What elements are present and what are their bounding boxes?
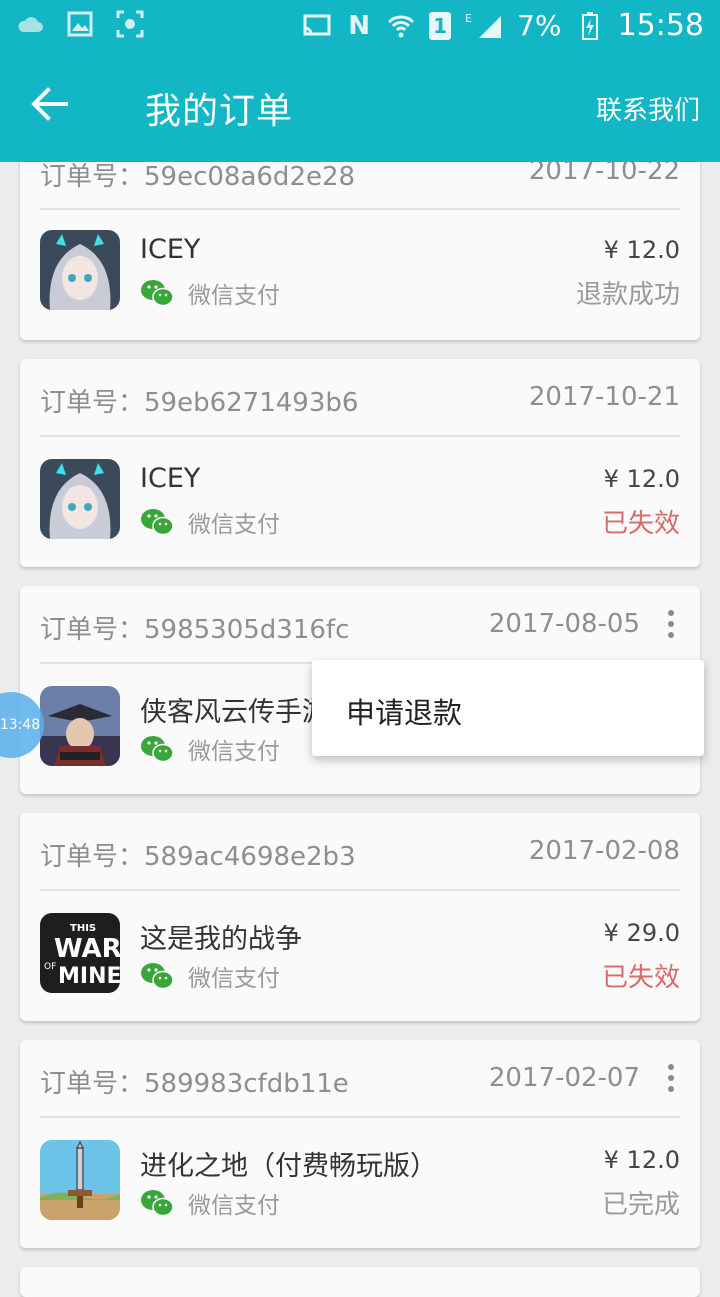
back-button[interactable] xyxy=(28,82,72,126)
order-card[interactable] xyxy=(20,1267,700,1297)
payment-method: 微信支付 xyxy=(140,959,280,993)
payment-method: 微信支付 xyxy=(140,276,280,310)
svg-text:THIS: THIS xyxy=(70,923,96,934)
request-refund-item[interactable]: 申请退款 xyxy=(346,690,462,732)
order-date: 2017-08-05 xyxy=(488,609,640,639)
order-number: 订单号：59eb6271493b6 xyxy=(40,388,359,418)
order-date: 2017-02-07 xyxy=(488,1063,640,1093)
payment-method: 微信支付 xyxy=(140,505,280,539)
clock: 15:58 xyxy=(617,8,704,43)
wechat-icon xyxy=(141,736,174,763)
wifi-icon xyxy=(387,12,415,40)
order-date: 2017-10-21 xyxy=(528,382,680,412)
nfc-icon: N xyxy=(348,10,370,41)
cloud-icon xyxy=(16,10,44,38)
order-date: 2017-02-08 xyxy=(528,836,680,866)
battery-percent: 7% xyxy=(517,9,562,42)
order-price: ¥ 12.0 xyxy=(603,465,680,493)
svg-text:OF: OF xyxy=(44,962,56,972)
payment-label: 微信支付 xyxy=(188,966,280,992)
svg-text:WAR: WAR xyxy=(54,934,120,964)
order-price: ¥ 12.0 xyxy=(603,1146,680,1174)
order-price: ¥ 12.0 xyxy=(603,236,680,264)
wechat-icon xyxy=(141,509,174,536)
sim-icon: 1 xyxy=(429,11,452,40)
order-card[interactable]: 订单号：589983cfdb11e 2017-02-07 进化之地（付费畅玩版）… xyxy=(20,1040,700,1248)
payment-method: 微信支付 xyxy=(140,1186,280,1220)
payment-label: 微信支付 xyxy=(188,283,280,309)
order-header: 订单号：589983cfdb11e 2017-02-07 xyxy=(40,1040,680,1118)
order-number: 订单号：589983cfdb11e xyxy=(40,1069,349,1099)
more-options-button[interactable] xyxy=(666,1064,676,1092)
page-title: 我的订单 xyxy=(145,91,294,132)
image-icon xyxy=(66,10,94,38)
game-name: 侠客风云传手游 xyxy=(140,697,329,728)
order-status: 已完成 xyxy=(601,1190,680,1220)
game-icon-icey xyxy=(40,230,120,310)
wechat-icon xyxy=(141,1190,174,1217)
order-header: 订单号：59eb6271493b6 2017-10-21 xyxy=(40,359,680,437)
status-bar: N 1 E 7% 15:58 xyxy=(0,0,720,52)
game-icon-this-war-of-mine: THIS WAR OF MINE xyxy=(40,913,120,993)
order-status: 已失效 xyxy=(601,509,680,539)
order-number: 订单号：589ac4698e2b3 xyxy=(40,842,356,872)
game-icon-xiake xyxy=(40,686,120,766)
wechat-icon xyxy=(141,963,174,990)
more-options-button[interactable] xyxy=(666,610,676,638)
cast-icon xyxy=(303,12,331,40)
signal-icon: E xyxy=(465,12,503,40)
app-bar: 我的订单 联系我们 xyxy=(0,52,720,162)
order-status: 退款成功 xyxy=(575,280,680,310)
game-name: 进化之地（付费畅玩版） xyxy=(140,1151,437,1182)
order-card[interactable]: 订单号：589ac4698e2b3 2017-02-08 THIS WAR OF… xyxy=(20,813,700,1021)
order-card[interactable]: 订单号：59eb6271493b6 2017-10-21 ICEY 微信支付 ¥… xyxy=(20,359,700,567)
battery-icon xyxy=(576,11,604,40)
game-name: ICEY xyxy=(140,463,201,494)
contact-us-button[interactable]: 联系我们 xyxy=(596,90,700,127)
payment-label: 微信支付 xyxy=(188,512,280,538)
wechat-icon xyxy=(141,280,174,307)
game-name: ICEY xyxy=(140,234,201,265)
order-price: ¥ 29.0 xyxy=(603,919,680,947)
bubble-time: 13:48 xyxy=(0,717,41,733)
screenshot-icon xyxy=(116,10,144,38)
order-header: 订单号：5985305d316fc 2017-08-05 xyxy=(40,586,680,664)
game-icon-icey xyxy=(40,459,120,539)
order-status: 已失效 xyxy=(601,963,680,993)
payment-method: 微信支付 xyxy=(140,732,280,766)
order-number: 订单号：5985305d316fc xyxy=(40,615,350,645)
svg-text:MINE: MINE xyxy=(58,964,120,989)
network-type: E xyxy=(465,12,472,25)
payment-label: 微信支付 xyxy=(188,739,280,765)
arrow-back-icon xyxy=(31,87,68,121)
game-icon-evoland xyxy=(40,1140,120,1220)
order-header: 订单号：589ac4698e2b3 2017-02-08 xyxy=(40,813,680,891)
game-name: 这是我的战争 xyxy=(140,924,302,955)
order-options-menu: 申请退款 xyxy=(312,660,704,756)
payment-label: 微信支付 xyxy=(188,1193,280,1219)
